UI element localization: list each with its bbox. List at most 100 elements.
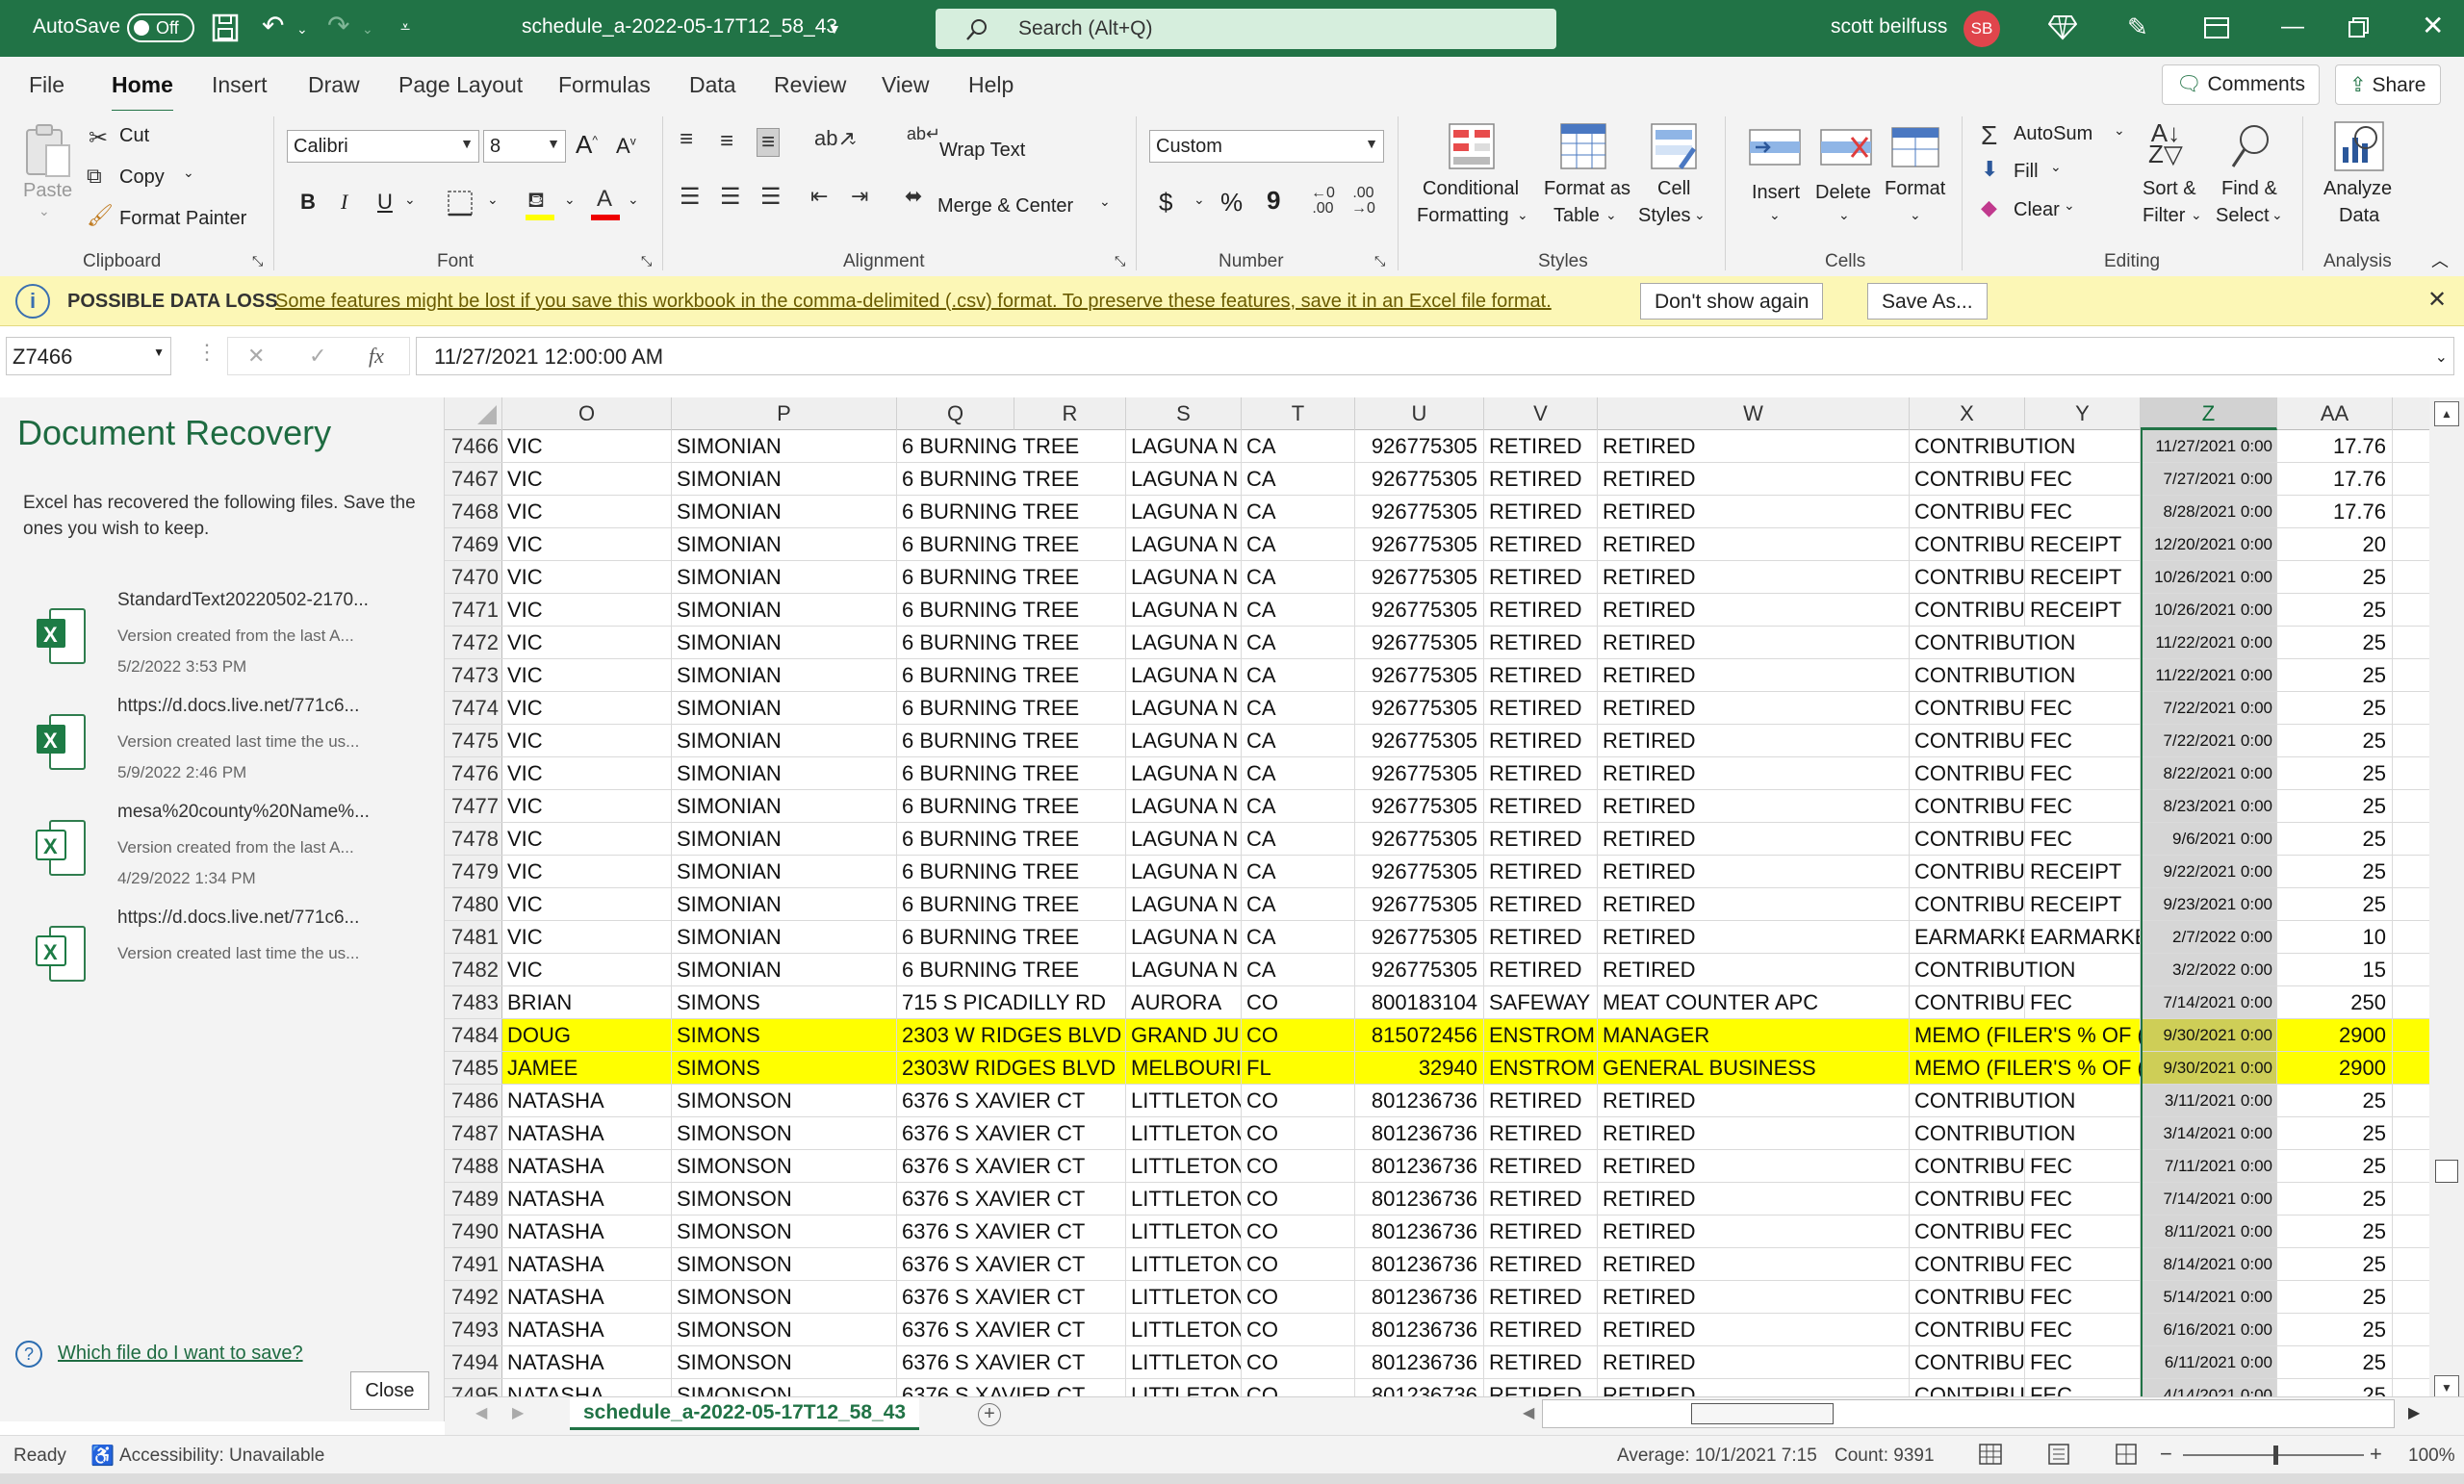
cell-u[interactable]: 926775305 (1355, 594, 1484, 626)
formula-input[interactable]: 11/27/2021 12:00:00 AM ⌄ (416, 337, 2454, 375)
cell-w[interactable]: GENERAL BUSINESS (1598, 1052, 1910, 1084)
cell-q[interactable]: 6 BURNING TREE (897, 692, 1126, 724)
cell-x[interactable]: CONTRIBU (1910, 757, 2025, 789)
cell-v[interactable]: RETIRED (1484, 1215, 1598, 1247)
accessibility-status[interactable]: Accessibility: Unavailable (119, 1446, 324, 1467)
table-row[interactable]: 7478 VIC SIMONIAN 6 BURNING TREE LAGUNA N CA 9… (445, 823, 2429, 856)
cell-u[interactable]: 926775305 (1355, 659, 1484, 691)
increase-font-icon[interactable]: A^ (576, 130, 598, 160)
cell-w[interactable]: RETIRED (1598, 954, 1910, 985)
cell-t[interactable]: CA (1242, 921, 1355, 953)
cell-u[interactable]: 32940 (1355, 1052, 1484, 1084)
cell-x[interactable]: CONTRIBU (1910, 888, 2025, 920)
cell-aa[interactable]: 25 (2277, 1379, 2393, 1396)
cell-q[interactable]: 6 BURNING TREE (897, 757, 1126, 789)
cell-w[interactable]: RETIRED (1598, 725, 1910, 756)
cell-z[interactable]: 8/22/2021 0:00 (2141, 757, 2277, 789)
cell-aa[interactable]: 2900 (2277, 1052, 2393, 1084)
row-header[interactable]: 7477 (445, 790, 502, 822)
column-header-o[interactable]: O (502, 397, 672, 430)
cell-u[interactable]: 926775305 (1355, 627, 1484, 658)
row-header[interactable]: 7478 (445, 823, 502, 855)
cell-u[interactable]: 801236736 (1355, 1379, 1484, 1396)
expand-formula-icon[interactable]: ⌄ (2435, 347, 2448, 367)
table-row[interactable]: 7468 VIC SIMONIAN 6 BURNING TREE LAGUNA N CA 9… (445, 496, 2429, 528)
table-row[interactable]: 7476 VIC SIMONIAN 6 BURNING TREE LAGUNA N CA 9… (445, 757, 2429, 790)
cell-t[interactable]: CA (1242, 659, 1355, 691)
cell-s[interactable]: LAGUNA N (1126, 823, 1242, 855)
diamond-icon[interactable] (2048, 13, 2077, 40)
menu-data[interactable]: Data (689, 72, 736, 98)
cell-p[interactable]: SIMONS (672, 986, 897, 1018)
cell-aa[interactable]: 25 (2277, 888, 2393, 920)
cell-y[interactable]: RECEIPT (2025, 561, 2141, 593)
cell-s[interactable]: LITTLETON (1126, 1346, 1242, 1378)
cell-u[interactable]: 926775305 (1355, 725, 1484, 756)
dont-show-again-button[interactable]: Don't show again (1640, 283, 1824, 320)
cell-aa[interactable]: 25 (2277, 1215, 2393, 1247)
cell-w[interactable]: RETIRED (1598, 1314, 1910, 1345)
cell-aa[interactable]: 250 (2277, 986, 2393, 1018)
cell-u[interactable]: 926775305 (1355, 528, 1484, 560)
table-row[interactable]: 7487 NATASHA SIMONSON 6376 S XAVIER CT LITTL… (445, 1117, 2429, 1150)
cell-z[interactable]: 7/11/2021 0:00 (2141, 1150, 2277, 1182)
align-middle-icon[interactable]: ≡ (720, 128, 733, 155)
cell-w[interactable]: RETIRED (1598, 856, 1910, 887)
table-row[interactable]: 7484 DOUG SIMONS 2303 W RIDGES BLVD GRAND JU… (445, 1019, 2429, 1052)
find-dropdown-icon[interactable]: ⌄ (2272, 207, 2283, 223)
cell-p[interactable]: SIMONIAN (672, 888, 897, 920)
menu-review[interactable]: Review (774, 72, 846, 98)
cell-t[interactable]: CA (1242, 790, 1355, 822)
format-painter-button[interactable]: Format Painter (119, 208, 246, 230)
table-row[interactable]: 7485 JAMEE SIMONS 2303W RIDGES BLVD MELBOURI… (445, 1052, 2429, 1085)
sort-filter-button[interactable]: Sort & (2143, 178, 2196, 200)
undo-dropdown-icon[interactable]: ⌄ (296, 21, 308, 38)
cell-q[interactable]: 6 BURNING TREE (897, 463, 1126, 495)
cell-x[interactable]: CONTRIBU (1910, 692, 2025, 724)
cell-p[interactable]: SIMONIAN (672, 430, 897, 462)
cell-v[interactable]: RETIRED (1484, 888, 1598, 920)
cell-p[interactable]: SIMONSON (672, 1281, 897, 1313)
row-header[interactable]: 7476 (445, 757, 502, 789)
cell-w[interactable]: RETIRED (1598, 1215, 1910, 1247)
cell-v[interactable]: RETIRED (1484, 594, 1598, 626)
cell-t[interactable]: CA (1242, 496, 1355, 527)
cell-u[interactable]: 926775305 (1355, 692, 1484, 724)
table-row[interactable]: 7494 NATASHA SIMONSON 6376 S XAVIER CT LITTL… (445, 1346, 2429, 1379)
table-row[interactable]: 7477 VIC SIMONIAN 6 BURNING TREE LAGUNA N CA 9… (445, 790, 2429, 823)
cell-z[interactable]: 3/2/2022 0:00 (2141, 954, 2277, 985)
row-header[interactable]: 7470 (445, 561, 502, 593)
paste-label[interactable]: Paste (23, 180, 72, 202)
cell-y[interactable]: FEC (2025, 1248, 2141, 1280)
cell-p[interactable]: SIMONS (672, 1052, 897, 1084)
cell-v[interactable]: RETIRED (1484, 1085, 1598, 1116)
borders-dropdown-icon[interactable]: ⌄ (487, 192, 499, 208)
cell-u[interactable]: 801236736 (1355, 1215, 1484, 1247)
cell-o[interactable]: BRIAN (502, 986, 672, 1018)
cell-p[interactable]: SIMONIAN (672, 594, 897, 626)
cell-u[interactable]: 800183104 (1355, 986, 1484, 1018)
cell-z[interactable]: 10/26/2021 0:00 (2141, 594, 2277, 626)
cell-s[interactable]: LITTLETON (1126, 1281, 1242, 1313)
cell-z[interactable]: 11/22/2021 0:00 (2141, 627, 2277, 658)
cell-u[interactable]: 926775305 (1355, 790, 1484, 822)
cell-o[interactable]: VIC (502, 463, 672, 495)
vertical-scroll-thumb[interactable] (2435, 1160, 2458, 1183)
cell-t[interactable]: CO (1242, 1379, 1355, 1396)
cell-w[interactable]: RETIRED (1598, 1183, 1910, 1215)
cell-t[interactable]: CO (1242, 1117, 1355, 1149)
autosum-button[interactable]: AutoSum (2014, 123, 2092, 145)
cell-s[interactable]: MELBOURI (1126, 1052, 1242, 1084)
cell-q[interactable]: 6 BURNING TREE (897, 659, 1126, 691)
cell-u[interactable]: 926775305 (1355, 954, 1484, 985)
cell-t[interactable]: CO (1242, 1314, 1355, 1345)
minimize-icon[interactable]: — (2281, 13, 2304, 40)
cell-aa[interactable]: 25 (2277, 1281, 2393, 1313)
menu-view[interactable]: View (882, 72, 929, 98)
cell-p[interactable]: SIMONSON (672, 1085, 897, 1116)
cell-t[interactable]: CO (1242, 1183, 1355, 1215)
cell-s[interactable]: LITTLETON (1126, 1150, 1242, 1182)
cell-x[interactable]: CONTRIBU (1910, 1281, 2025, 1313)
align-top-icon[interactable]: ≡ (680, 126, 693, 153)
cell-v[interactable]: RETIRED (1484, 1346, 1598, 1378)
